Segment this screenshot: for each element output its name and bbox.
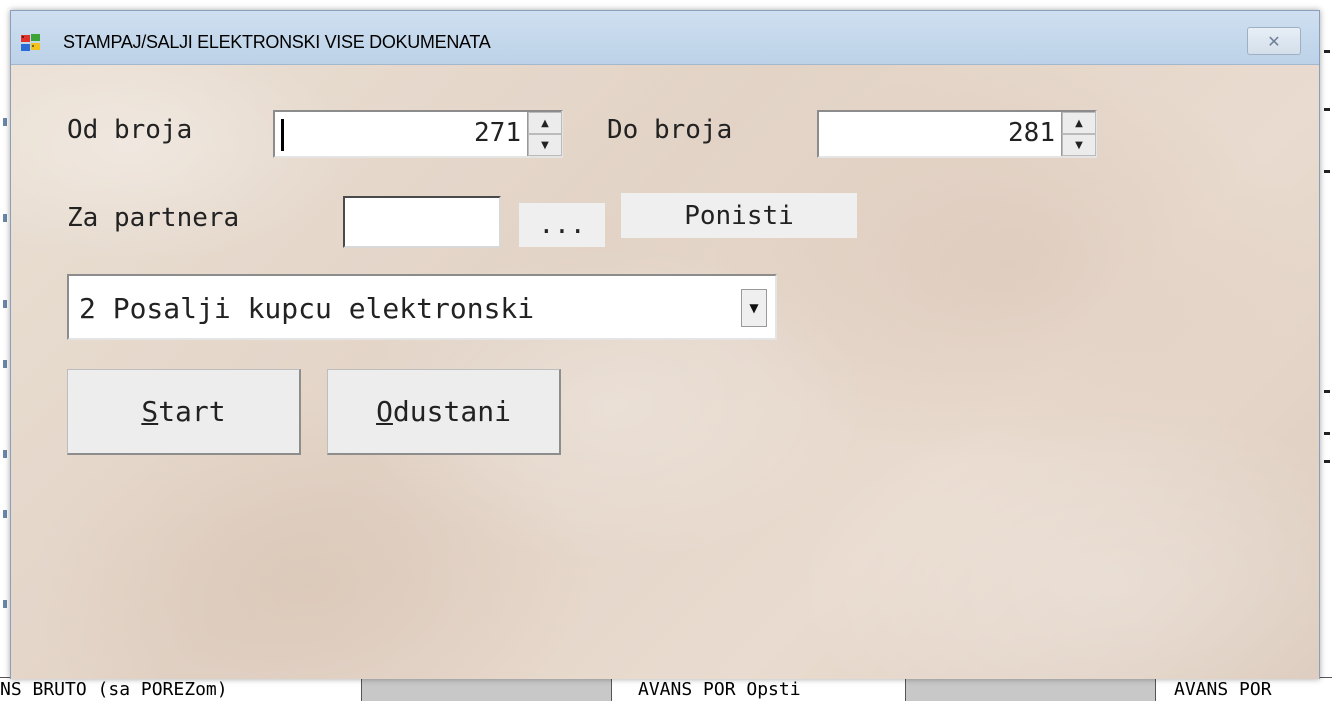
text-cursor [281, 119, 284, 151]
spinner-buttons: ▲ ▼ [1061, 112, 1096, 156]
bg-grid-marker [3, 118, 7, 126]
spin-up-button[interactable]: ▲ [1062, 112, 1096, 134]
dialog-body: Od broja 271 ▲ ▼ Do broja 281 ▲ ▼ Za par… [11, 65, 1319, 679]
print-send-dialog: STAMPAJ/SALJI ELEKTRONSKI VISE DOKUMENAT… [10, 10, 1320, 679]
start-hotkey: S [141, 395, 159, 428]
grid-cell [906, 678, 1156, 701]
spin-down-button[interactable]: ▼ [528, 134, 562, 156]
spinner-buttons: ▲ ▼ [527, 112, 562, 156]
action-selected-value: 2 Posalji kupcu elektronski [79, 292, 535, 325]
grid-cell [362, 678, 612, 701]
bg-grid-marker [3, 510, 7, 518]
background-grid-row: NS BRUTO (sa POREZom) AVANS POR Opsti AV… [0, 677, 1332, 701]
arrow-down-icon: ▼ [1075, 139, 1083, 151]
arrow-down-icon: ▼ [541, 139, 549, 151]
do-broja-spinner[interactable]: 281 ▲ ▼ [817, 110, 1097, 158]
close-button[interactable]: ✕ [1247, 27, 1301, 55]
bg-grid-marker [3, 600, 7, 608]
dialog-title: STAMPAJ/SALJI ELEKTRONSKI VISE DOKUMENAT… [63, 32, 491, 52]
bg-grid-marker [1324, 50, 1330, 53]
partner-input[interactable] [343, 196, 501, 248]
od-broja-spinner[interactable]: 271 ▲ ▼ [273, 110, 563, 158]
ponisti-button[interactable]: Ponisti [621, 193, 857, 238]
dropdown-button[interactable]: ▼ [741, 289, 767, 327]
odustani-button[interactable]: Odustani [327, 369, 561, 455]
browse-label: ... [538, 210, 586, 240]
grid-cell: NS BRUTO (sa POREZom) [0, 678, 362, 701]
bg-grid-marker [3, 360, 7, 368]
bg-grid-marker [1324, 432, 1330, 435]
arrow-up-icon: ▲ [541, 117, 549, 129]
close-icon: ✕ [1267, 31, 1281, 51]
bg-grid-marker [1324, 460, 1330, 463]
spin-up-button[interactable]: ▲ [528, 112, 562, 134]
browse-partner-button[interactable]: ... [519, 203, 605, 247]
spin-down-button[interactable]: ▼ [1062, 134, 1096, 156]
start-button[interactable]: Start [67, 369, 301, 455]
bg-grid-marker [1324, 108, 1330, 111]
bg-grid-marker [3, 214, 7, 222]
grid-cell: AVANS POR [1174, 679, 1272, 700]
odustani-label: dustani [392, 395, 511, 428]
dialog-titlebar[interactable]: STAMPAJ/SALJI ELEKTRONSKI VISE DOKUMENAT… [11, 11, 1319, 65]
odustani-hotkey: O [376, 395, 393, 428]
arrow-up-icon: ▲ [1075, 117, 1083, 129]
start-label: tart [158, 395, 226, 428]
action-select[interactable]: 2 Posalji kupcu elektronski ▼ [67, 274, 777, 340]
chevron-down-icon: ▼ [749, 301, 759, 315]
od-broja-value: 271 [474, 118, 521, 148]
za-partnera-label: Za partnera [67, 203, 240, 233]
bg-grid-marker [3, 450, 7, 458]
do-broja-value: 281 [1008, 118, 1055, 148]
grid-cell: AVANS POR Opsti [612, 678, 906, 701]
do-broja-label: Do broja [607, 115, 733, 145]
bg-grid-marker [1324, 170, 1330, 173]
bg-grid-marker [1324, 390, 1330, 393]
windows-logo-icon [21, 34, 40, 51]
ponisti-label: Ponisti [684, 200, 794, 231]
od-broja-label: Od broja [67, 115, 193, 145]
bg-grid-marker [3, 300, 7, 308]
